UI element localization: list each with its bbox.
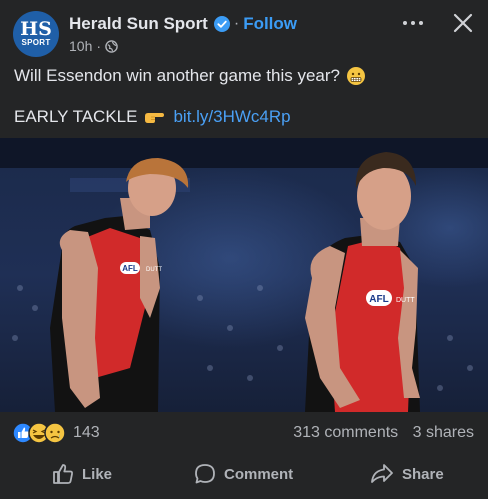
comments-count[interactable]: 313 comments — [293, 424, 398, 441]
shares-count[interactable]: 3 shares — [413, 424, 474, 441]
left-jersey-logo: AFL — [122, 264, 138, 273]
reaction-icons[interactable] — [12, 422, 70, 444]
action-bar: Like Comment Share — [0, 458, 488, 490]
like-label: Like — [82, 465, 113, 483]
right-jersey-sponsor: DUTT — [396, 297, 415, 304]
post-text-line2: EARLY TACKLE bit.ly/3HWc4Rp — [14, 107, 291, 127]
post-text-line1: Will Essendon win another game this year… — [14, 66, 366, 86]
post-question-text: Will Essendon win another game this year… — [14, 66, 340, 85]
reaction-count[interactable]: 143 — [73, 424, 100, 442]
early-tackle-text: EARLY TACKLE — [14, 107, 138, 126]
comment-bubble-icon — [195, 464, 215, 484]
like-button[interactable]: Like — [52, 458, 112, 490]
comments-shares: 313 comments 3 shares — [293, 424, 474, 442]
post-photo-players: AFL DUTT AFL DUTT — [0, 138, 488, 412]
share-arrow-icon — [371, 464, 393, 483]
comment-button[interactable]: Comment — [194, 458, 293, 490]
pointing-hand-emoji-icon — [145, 113, 165, 123]
verified-badge-icon — [213, 16, 230, 32]
post-image[interactable]: AFL DUTT AFL DUTT — [0, 138, 488, 412]
name-row: Herald Sun Sport · Follow — [69, 14, 297, 34]
left-jersey-sponsor: DUTT — [146, 267, 162, 273]
thumbs-up-icon — [53, 464, 73, 484]
page-name[interactable]: Herald Sun Sport — [69, 14, 208, 34]
follow-button[interactable]: Follow — [243, 14, 297, 34]
right-jersey-logo: AFL — [369, 294, 388, 305]
share-label: Share — [402, 465, 444, 483]
post-link[interactable]: bit.ly/3HWc4Rp — [173, 107, 290, 127]
reactions-bar: 143 313 comments 3 shares — [0, 420, 488, 448]
page-avatar[interactable]: HS SPORT — [13, 11, 59, 57]
post-header: HS SPORT Herald Sun Sport · Follow 10h · — [0, 0, 488, 60]
avatar-logo-text: HS — [20, 18, 52, 40]
post-meta: 10h · — [69, 38, 118, 54]
avatar-logo-subtext: SPORT — [21, 38, 51, 47]
sad-reaction-icon — [44, 422, 66, 444]
comment-label: Comment — [224, 465, 294, 483]
grimace-emoji-icon — [347, 67, 365, 85]
share-button[interactable]: Share — [370, 458, 444, 490]
close-icon[interactable] — [450, 10, 476, 36]
more-options-icon[interactable] — [400, 12, 426, 34]
meta-separator: · — [96, 38, 102, 54]
globe-icon — [105, 39, 118, 53]
post-time[interactable]: 10h — [69, 38, 92, 54]
name-separator: · — [233, 15, 240, 32]
